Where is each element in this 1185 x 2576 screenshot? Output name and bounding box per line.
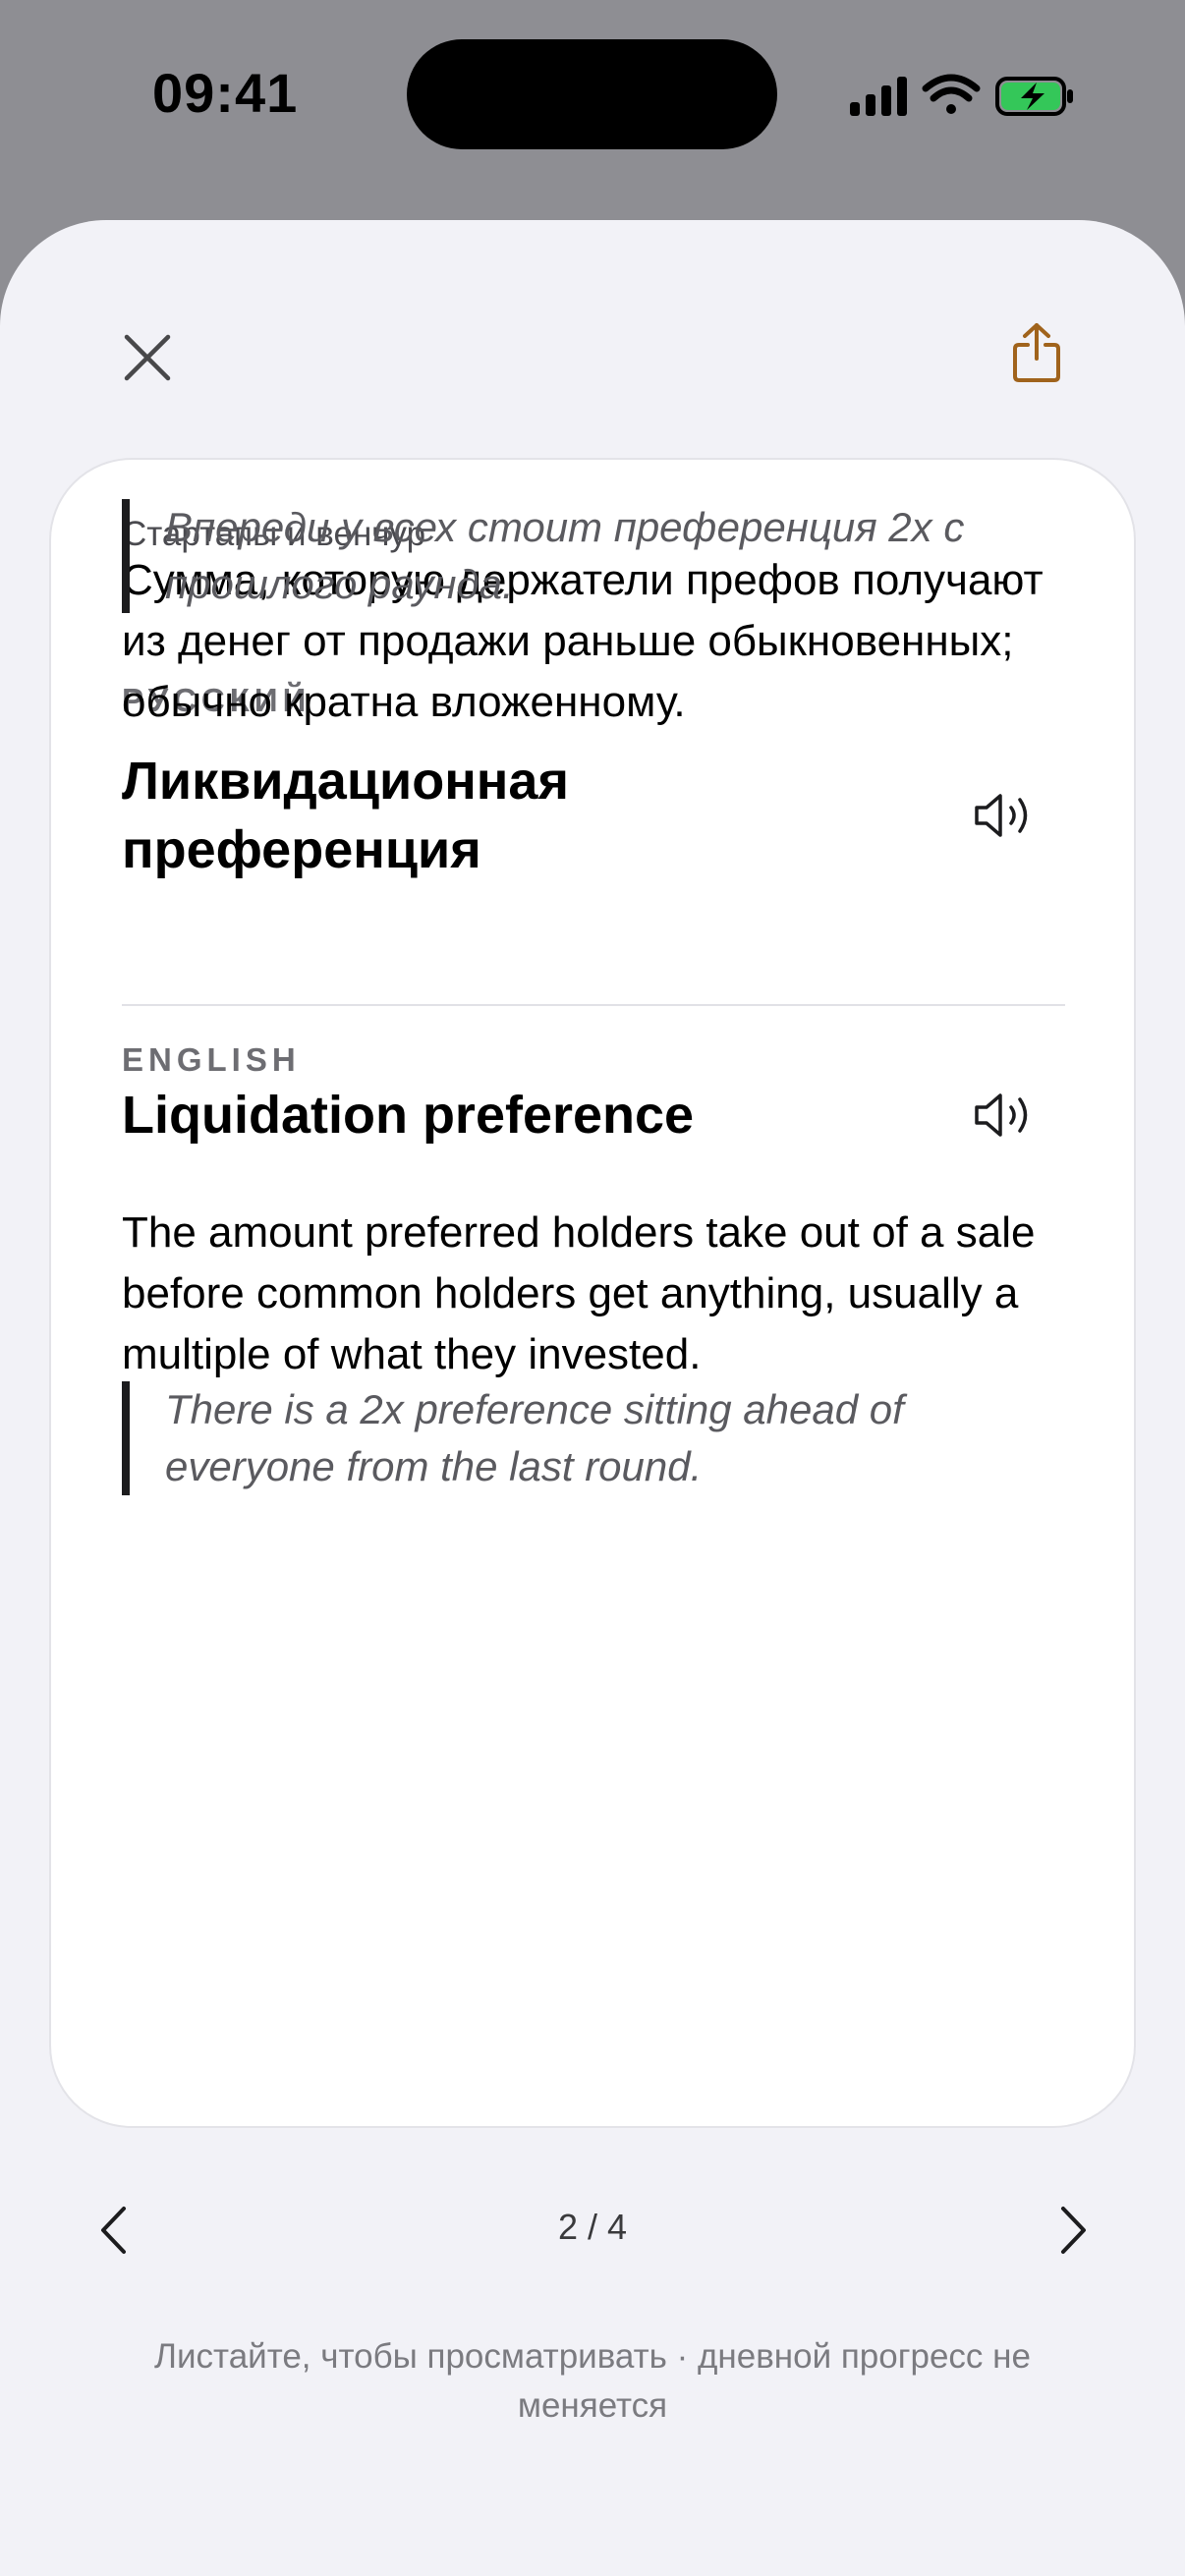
speaker-icon [975, 1093, 1028, 1137]
close-icon [124, 334, 171, 381]
status-time: 09:41 [152, 62, 299, 124]
section-divider [122, 1004, 1065, 1006]
status-icons [848, 69, 1084, 124]
russian-term: Ликвидационная преференция [122, 747, 928, 884]
english-definition: The amount preferred holders take out of… [122, 1208, 1036, 1378]
speaker-icon [975, 794, 1028, 837]
russian-example: Впереди у всех стоит преференция 2х с пр… [122, 499, 1065, 613]
wifi-icon [922, 74, 981, 114]
english-language-label: ENGLISH [122, 1041, 301, 1078]
english-pronounce-button[interactable] [965, 1081, 1044, 1149]
status-bar: 09:41 [0, 0, 1185, 196]
share-icon [1013, 323, 1060, 382]
english-term: Liquidation preference [122, 1086, 695, 1145]
cellular-signal-icon [850, 77, 907, 116]
russian-term-line1: Ликвидационная [122, 752, 569, 811]
russian-term-line2: преференция [122, 820, 481, 879]
share-button[interactable] [997, 308, 1076, 397]
dynamic-island [407, 39, 777, 149]
page-indicator: 2 / 4 [557, 2207, 628, 2247]
battery-charging-icon [995, 77, 1073, 116]
english-example: There is a 2x preference sitting ahead o… [122, 1381, 1065, 1495]
flashcard-sheet: Стартапы и венчур РУССКИЙ Ликвидационная… [0, 220, 1185, 2576]
next-card-button[interactable] [1040, 2191, 1108, 2269]
term-card[interactable]: Стартапы и венчур РУССКИЙ Ликвидационная… [49, 458, 1136, 2128]
russian-pronounce-button[interactable] [965, 781, 1044, 850]
swipe-hint: Листайте, чтобы просматривать · дневной … [154, 2337, 1031, 2425]
chevron-right-icon [1061, 2207, 1086, 2254]
close-button[interactable] [108, 318, 187, 397]
